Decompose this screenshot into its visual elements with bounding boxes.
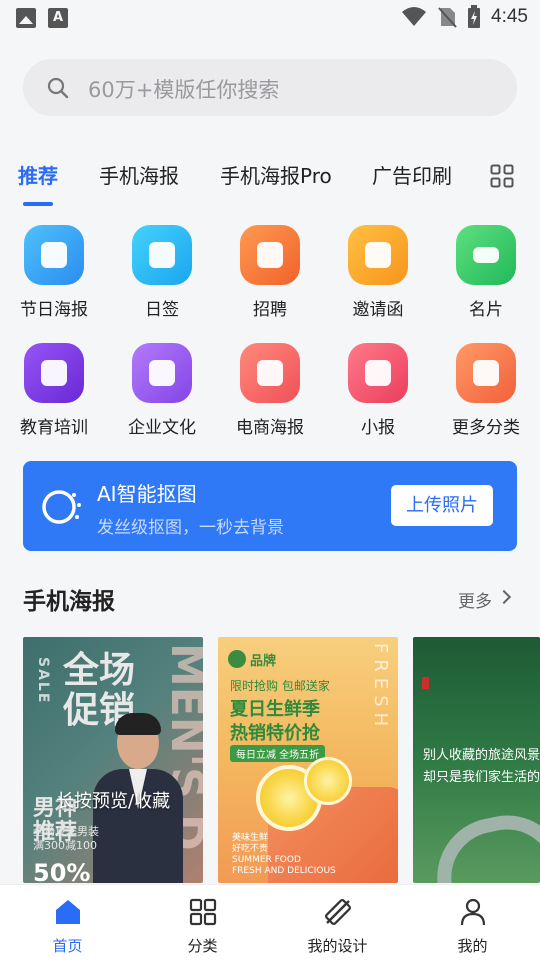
bottom-navigation: 首页 分类 我的设计 我的 — [0, 884, 540, 960]
more-link[interactable]: 更多 — [458, 587, 492, 612]
lemon-slice-image — [304, 757, 352, 805]
nav-my-design[interactable]: 我的设计 — [270, 885, 405, 960]
tab-recommend[interactable]: 推荐 — [18, 160, 58, 189]
active-tab-indicator — [23, 202, 53, 206]
banner-subtitle: 发丝级抠图，一秒去背景 — [97, 518, 284, 538]
nav-home[interactable]: 首页 — [0, 885, 135, 960]
ai-cutout-icon — [42, 490, 81, 524]
forest-path-image — [426, 804, 540, 883]
category-more[interactable]: 更多分类 — [432, 343, 540, 438]
category-business-card[interactable]: 名片 — [432, 225, 540, 320]
recruit-icon — [240, 225, 300, 285]
red-seal-icon — [422, 677, 429, 689]
my-design-icon — [324, 899, 351, 925]
font-notification-icon: A — [48, 8, 68, 28]
status-bar: A 4:45 — [0, 0, 540, 36]
gallery-notification-icon — [16, 8, 36, 28]
tab-mobile-poster-pro[interactable]: 手机海报Pro — [220, 160, 332, 189]
ecommerce-poster-icon — [240, 343, 300, 403]
category-invitation[interactable]: 邀请函 — [324, 225, 432, 320]
search-placeholder: 60万+模版任你搜索 — [88, 78, 280, 102]
category-tabs: 推荐 手机海报 手机海报Pro 广告印刷 — [0, 160, 540, 210]
category-daily-sign[interactable]: 日签 — [108, 225, 216, 320]
category-enterprise-culture[interactable]: 企业文化 — [108, 343, 216, 438]
education-icon — [24, 343, 84, 403]
wifi-icon — [402, 7, 427, 26]
search-bar[interactable]: 60万+模版任你搜索 — [23, 59, 517, 116]
banner-title: AI智能抠图 — [97, 482, 197, 506]
category-tabloid[interactable]: 小报 — [324, 343, 432, 438]
long-press-tip: 长按预览/收藏 — [56, 791, 171, 812]
category-holiday-poster[interactable]: 节日海报 — [0, 225, 108, 320]
tab-mobile-poster[interactable]: 手机海报 — [99, 160, 179, 189]
poster-card-mens-sale[interactable]: SALE 全场 促销 MEN'S D 男神 推荐 全场夏季男装 满300减100… — [23, 637, 203, 883]
profile-icon — [460, 898, 485, 926]
invitation-icon — [348, 225, 408, 285]
chevron-right-icon[interactable] — [496, 589, 512, 605]
category-recruit[interactable]: 招聘 — [216, 225, 324, 320]
section-title: 手机海报 — [23, 589, 115, 615]
daily-sign-icon — [132, 225, 192, 285]
poster-card-summer-fresh[interactable]: 品牌 FRESH 限时抢购 包邮送家 夏日生鲜季 热销特价抢 每日立减 全场五折… — [218, 637, 398, 883]
poster-card-travel[interactable]: 别人收藏的旅途风景 却只是我们家生活的 — [413, 637, 540, 883]
home-icon — [55, 900, 80, 924]
business-card-icon — [456, 225, 516, 285]
nav-category[interactable]: 分类 — [135, 885, 270, 960]
category-ecommerce-poster[interactable]: 电商海报 — [216, 343, 324, 438]
category-grid-icon — [189, 898, 216, 926]
more-categories-icon — [456, 343, 516, 403]
category-education[interactable]: 教育培训 — [0, 343, 108, 438]
holiday-poster-icon — [24, 225, 84, 285]
nav-profile[interactable]: 我的 — [405, 885, 540, 960]
all-tabs-grid-icon[interactable] — [490, 164, 514, 188]
enterprise-culture-icon — [132, 343, 192, 403]
upload-photo-button[interactable]: 上传照片 — [391, 485, 493, 526]
tab-ad-print[interactable]: 广告印刷 — [372, 160, 452, 189]
battery-charging-icon — [468, 5, 481, 28]
search-icon — [47, 77, 69, 99]
tabloid-icon — [348, 343, 408, 403]
status-time: 4:45 — [491, 6, 528, 27]
no-sim-icon — [438, 7, 457, 28]
brand-logo-icon — [228, 650, 246, 668]
ai-cutout-banner[interactable]: AI智能抠图 发丝级抠图，一秒去背景 上传照片 — [23, 461, 517, 551]
